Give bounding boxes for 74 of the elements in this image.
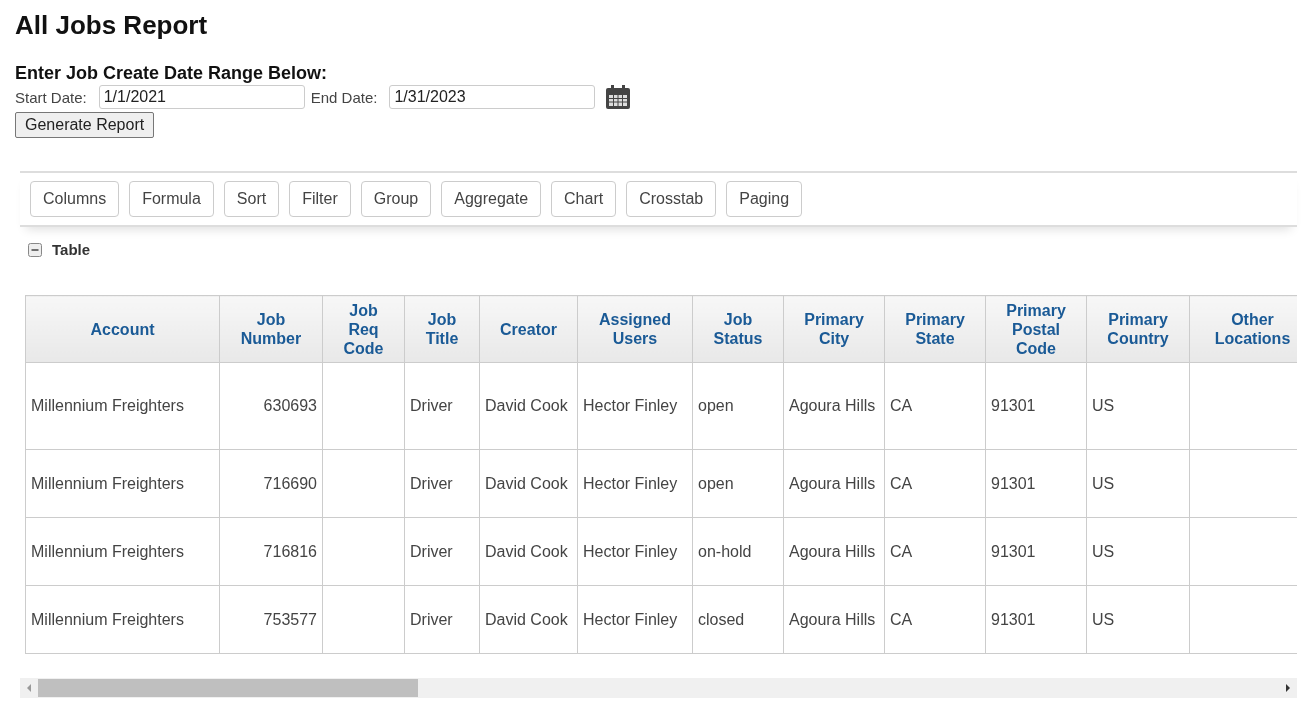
table-cell: on-hold xyxy=(692,517,784,586)
table-cell: Agoura Hills xyxy=(783,449,885,518)
report-title: All Jobs Report xyxy=(15,10,209,41)
toolbar-button[interactable]: Formula xyxy=(129,181,214,217)
toolbar-button[interactable]: Filter xyxy=(289,181,351,217)
column-header[interactable]: Primary State xyxy=(884,295,986,363)
column-header[interactable]: Account xyxy=(25,295,220,363)
form-heading: Enter Job Create Date Range Below: xyxy=(15,63,329,84)
table-cell: Millennium Freighters xyxy=(25,517,220,586)
end-date-field[interactable]: 1/31/2023 xyxy=(389,85,596,109)
table-cell: open xyxy=(692,362,784,450)
table-cell: David Cook xyxy=(479,449,578,518)
column-header[interactable]: Job Number xyxy=(219,295,323,363)
table-cell: 630693 xyxy=(219,362,323,450)
start-date-label: Start Date: xyxy=(15,88,87,106)
toolbar-button[interactable]: Chart xyxy=(551,181,617,217)
table-cell: Millennium Freighters xyxy=(25,585,220,654)
table-cell: 91301 xyxy=(985,585,1087,654)
table-cell: CA xyxy=(884,585,986,654)
column-header[interactable]: Job Status xyxy=(692,295,784,363)
table-cell: Agoura Hills xyxy=(783,585,885,654)
generate-report-button[interactable]: Generate Report xyxy=(15,112,155,138)
table-cell: Driver xyxy=(404,449,480,518)
table-cell: US xyxy=(1086,362,1190,450)
end-date-label: End Date: xyxy=(310,88,378,106)
column-header[interactable]: Other Locations xyxy=(1189,295,1297,363)
column-header[interactable]: Job Req Code xyxy=(322,295,405,363)
table-cell: 716816 xyxy=(219,517,323,586)
table-cell: David Cook xyxy=(479,362,578,450)
table-cell: Agoura Hills xyxy=(783,517,885,586)
column-header[interactable]: Assigned Users xyxy=(577,295,693,363)
column-header[interactable]: Primary Country xyxy=(1086,295,1190,363)
column-header[interactable]: Primary Postal Code xyxy=(985,295,1087,363)
table-cell: 91301 xyxy=(985,449,1087,518)
table-cell: CA xyxy=(884,362,986,450)
table-cell: Driver xyxy=(404,517,480,586)
table-cell: David Cook xyxy=(479,585,578,654)
start-date-field[interactable]: 1/1/2021 xyxy=(98,85,305,109)
toolbar-button[interactable]: Sort xyxy=(223,181,280,217)
toolbar-button[interactable]: Crosstab xyxy=(626,181,717,217)
table-cell: US xyxy=(1086,449,1190,518)
scrollbar-thumb[interactable] xyxy=(38,679,418,697)
table-cell: 753577 xyxy=(219,585,323,654)
toolbar-button[interactable]: Columns xyxy=(30,181,120,217)
column-header[interactable]: Creator xyxy=(479,295,578,363)
table-cell: Agoura Hills xyxy=(783,362,885,450)
table-cell: CA xyxy=(884,449,986,518)
table-cell: Driver xyxy=(404,362,480,450)
table-cell: closed xyxy=(692,585,784,654)
table-cell: US xyxy=(1086,585,1190,654)
table-cell: Hector Finley xyxy=(577,517,693,586)
table-cell: 716690 xyxy=(219,449,323,518)
table-cell: Hector Finley xyxy=(577,362,693,450)
toolbar-button[interactable]: Aggregate xyxy=(441,181,542,217)
table-cell: open xyxy=(692,449,784,518)
table-cell: 91301 xyxy=(985,517,1087,586)
table-cell: Hector Finley xyxy=(577,585,693,654)
calendar-icon[interactable] xyxy=(605,84,632,110)
table-cell: David Cook xyxy=(479,517,578,586)
collapse-icon[interactable] xyxy=(28,242,42,257)
column-header[interactable]: Primary City xyxy=(783,295,885,363)
table-cell: CA xyxy=(884,517,986,586)
column-header[interactable]: Job Title xyxy=(404,295,480,363)
scroll-right-icon[interactable] xyxy=(1283,683,1293,693)
toolbar-button[interactable]: Group xyxy=(360,181,432,217)
table-cell: US xyxy=(1086,517,1190,586)
horizontal-scrollbar[interactable] xyxy=(20,678,1297,698)
table-cell: Millennium Freighters xyxy=(25,362,220,450)
toolbar-button[interactable]: Paging xyxy=(726,181,803,217)
table-cell: Hector Finley xyxy=(577,449,693,518)
table-cell: Driver xyxy=(404,585,480,654)
table-cell: Millennium Freighters xyxy=(25,449,220,518)
section-label: Table xyxy=(52,241,91,258)
table-cell: 91301 xyxy=(985,362,1087,450)
